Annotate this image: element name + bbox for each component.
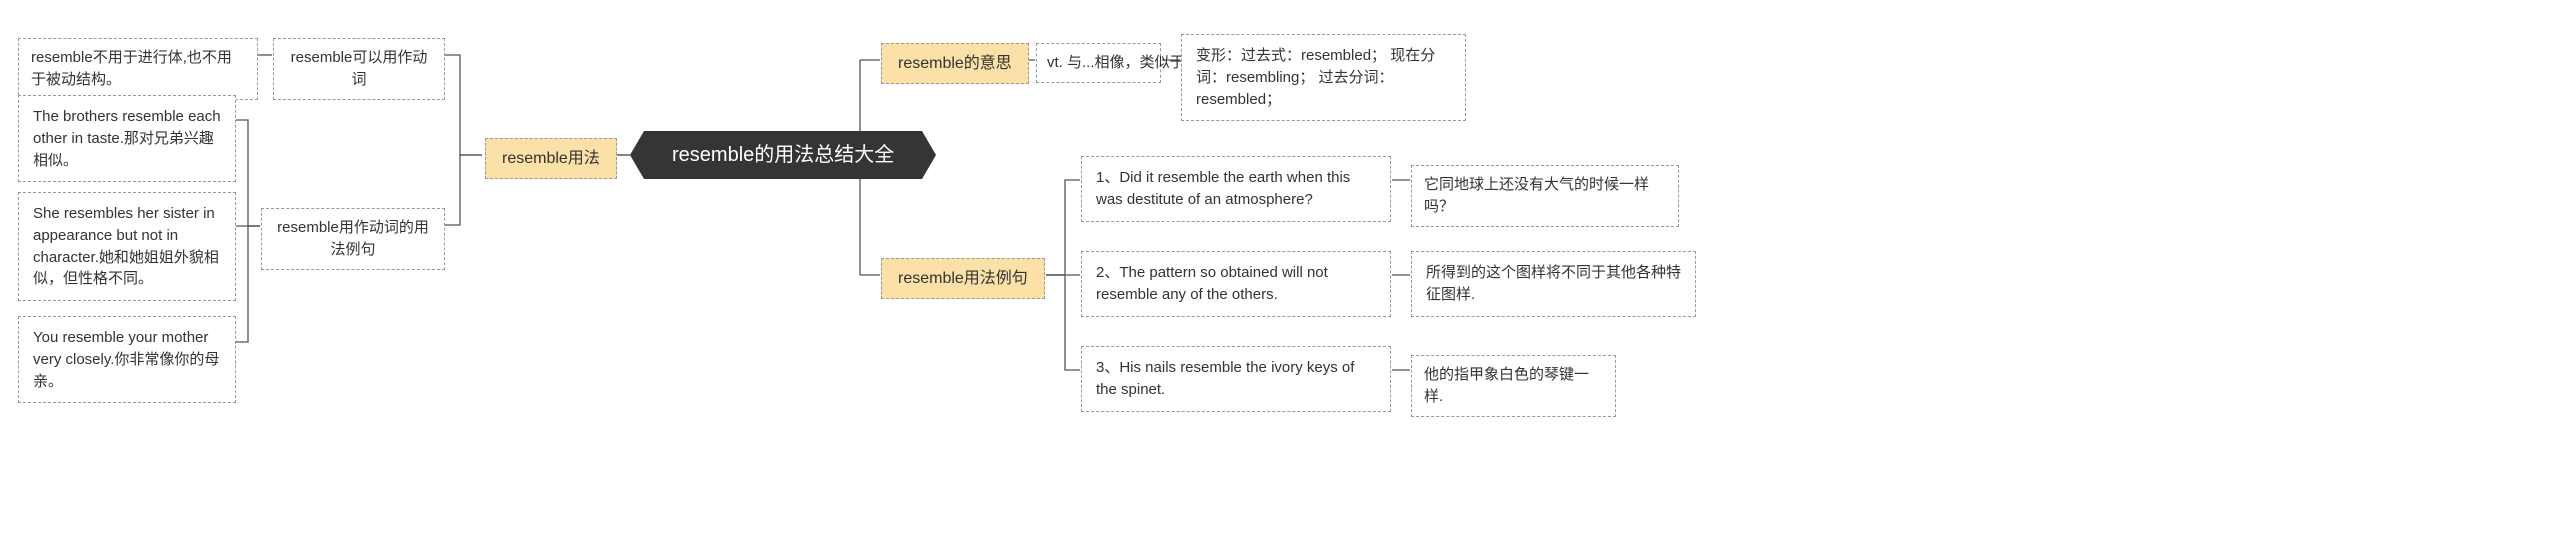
- node-left-ex3-text: You resemble your mother very closely.你非…: [33, 329, 219, 390]
- node-right-ex3-zh-text: 他的指甲象白色的琴键一样.: [1424, 366, 1589, 405]
- node-verb-detail-text: resemble不用于进行体,也不用于被动结构。: [31, 49, 232, 88]
- node-left-ex3[interactable]: You resemble your mother very closely.你非…: [18, 316, 236, 403]
- node-left-ex1[interactable]: The brothers resemble each other in tast…: [18, 95, 236, 182]
- node-meaning-def[interactable]: vt. 与...相像，类似于: [1036, 43, 1161, 83]
- node-right-ex1-zh-text: 它同地球上还没有大气的时候一样 吗？: [1424, 176, 1649, 215]
- node-right-ex3-en[interactable]: 3、His nails resemble the ivory keys of t…: [1081, 346, 1391, 412]
- node-right-ex1-zh[interactable]: 它同地球上还没有大气的时候一样 吗？: [1411, 165, 1679, 227]
- node-left-ex2[interactable]: She resembles her sister in appearance b…: [18, 192, 236, 301]
- node-right-ex2-en[interactable]: 2、The pattern so obtained will not resem…: [1081, 251, 1391, 317]
- branch-usage-label: resemble用法: [502, 150, 600, 167]
- node-verb-label: resemble可以用作动词: [291, 49, 428, 88]
- node-right-ex1-en[interactable]: 1、Did it resemble the earth when this wa…: [1081, 156, 1391, 222]
- root-title: resemble的用法总结大全: [672, 141, 894, 170]
- node-left-ex2-text: She resembles her sister in appearance b…: [33, 205, 219, 287]
- node-right-ex2-zh[interactable]: 所得到的这个图样将不同于其他各种特征图样.: [1411, 251, 1696, 317]
- node-right-ex3-en-text: 3、His nails resemble the ivory keys of t…: [1096, 359, 1354, 398]
- node-meaning-forms-text: 变形：过去式：resembled； 现在分词：resembling； 过去分词：…: [1196, 47, 1435, 108]
- node-verb-detail[interactable]: resemble不用于进行体,也不用于被动结构。: [18, 38, 258, 100]
- branch-examples-label: resemble用法例句: [898, 270, 1028, 287]
- node-meaning-def-text: vt. 与...相像，类似于: [1047, 54, 1185, 71]
- branch-examples[interactable]: resemble用法例句: [881, 258, 1045, 299]
- node-verb-examples-label[interactable]: resemble用作动词的用法例句: [261, 208, 445, 270]
- branch-meaning-label: resemble的意思: [898, 55, 1012, 72]
- node-right-ex2-en-text: 2、The pattern so obtained will not resem…: [1096, 264, 1328, 303]
- branch-meaning[interactable]: resemble的意思: [881, 43, 1029, 84]
- node-meaning-forms[interactable]: 变形：过去式：resembled； 现在分词：resembling； 过去分词：…: [1181, 34, 1466, 121]
- node-right-ex2-zh-text: 所得到的这个图样将不同于其他各种特征图样.: [1426, 264, 1681, 303]
- root-node[interactable]: resemble的用法总结大全: [644, 131, 922, 179]
- node-verb[interactable]: resemble可以用作动词: [273, 38, 445, 100]
- branch-usage[interactable]: resemble用法: [485, 138, 617, 179]
- node-right-ex3-zh[interactable]: 他的指甲象白色的琴键一样.: [1411, 355, 1616, 417]
- node-right-ex1-en-text: 1、Did it resemble the earth when this wa…: [1096, 169, 1350, 208]
- node-left-ex1-text: The brothers resemble each other in tast…: [33, 108, 221, 169]
- node-verb-examples-text: resemble用作动词的用法例句: [277, 219, 429, 258]
